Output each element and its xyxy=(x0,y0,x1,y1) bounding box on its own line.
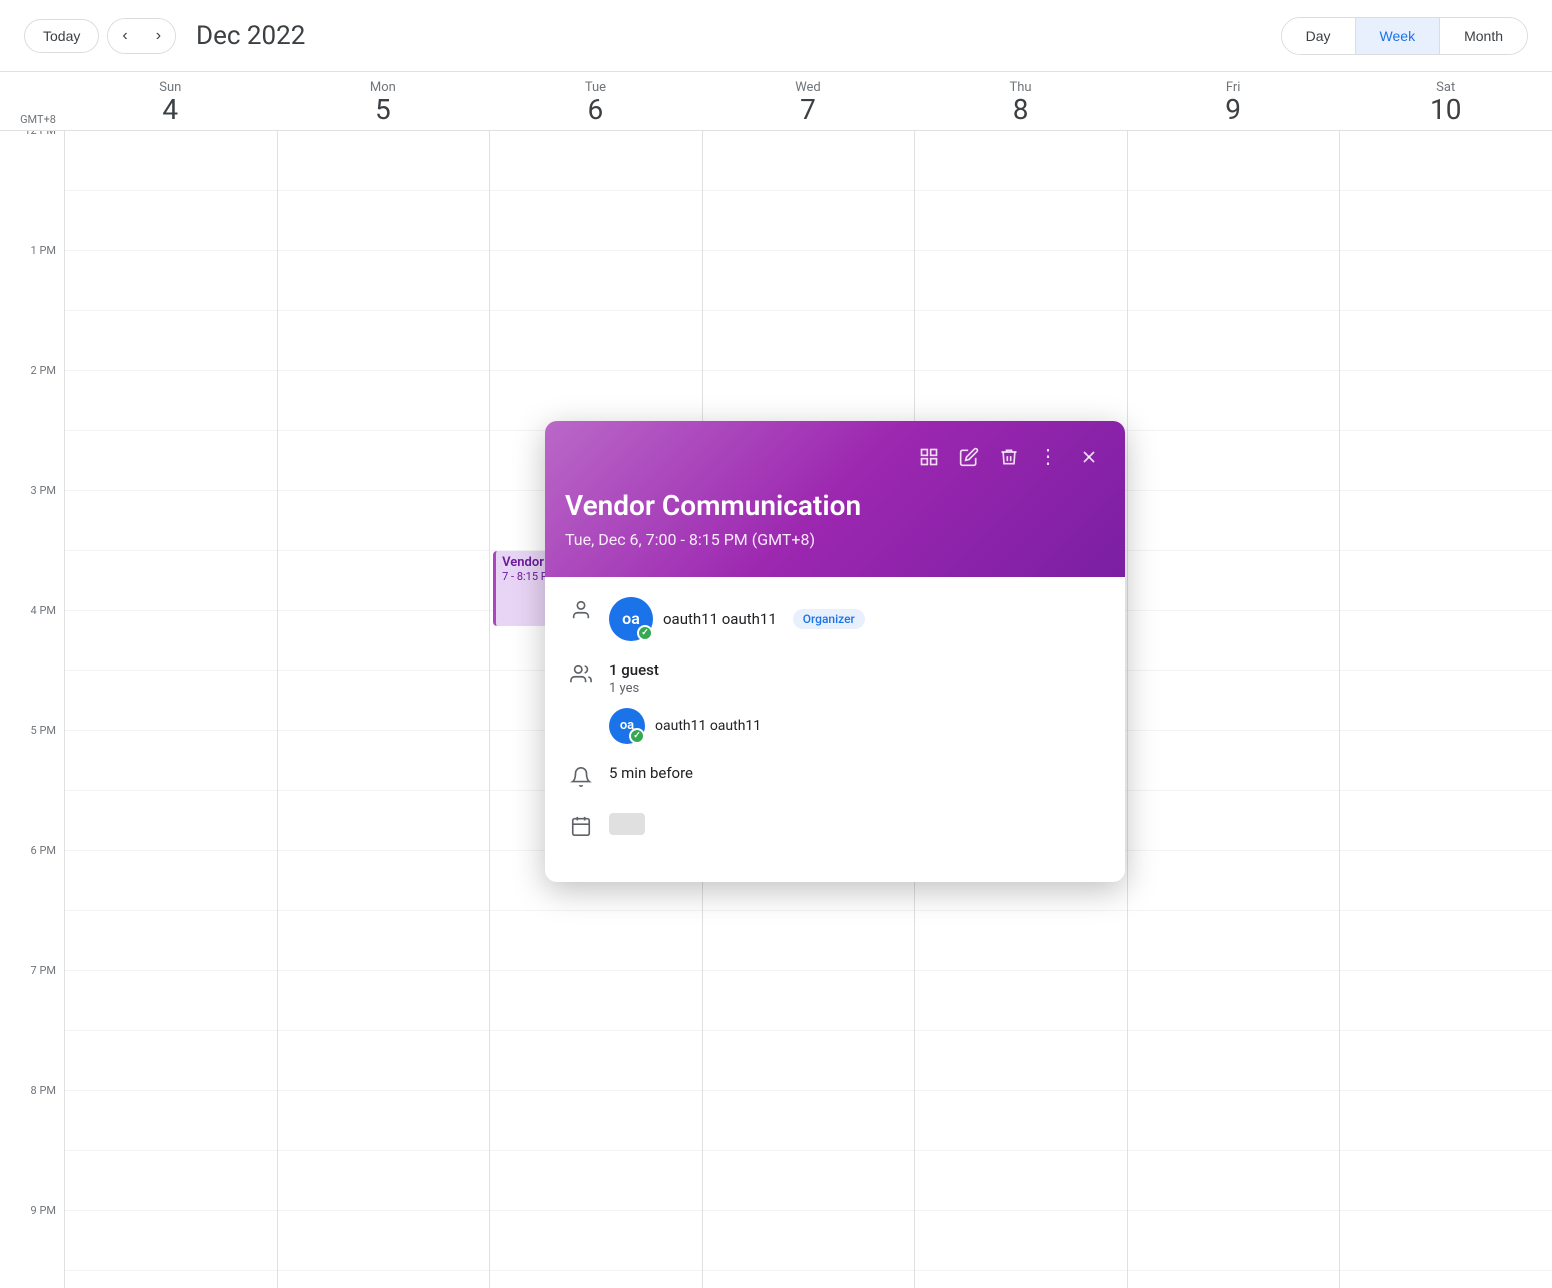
organizer-name: oauth11 oauth11 xyxy=(663,610,777,628)
day-header-sat: Sat 10 xyxy=(1339,72,1552,130)
week-view-button[interactable]: Week xyxy=(1356,18,1440,54)
reminder-row: 5 min before xyxy=(569,764,1101,793)
more-options-button[interactable]: ⋮ xyxy=(1033,441,1065,473)
time-column: 12 PM 1 PM 2 PM 3 PM 4 PM 5 PM 6 PM 7 PM… xyxy=(0,131,64,1288)
organizer-badge: Organizer xyxy=(793,609,865,629)
guests-content: 1 guest 1 yes oa oauth11 oauth11 xyxy=(609,661,1101,744)
calendar-color-content xyxy=(609,813,1101,835)
time-label-3pm: 3 PM xyxy=(31,484,56,497)
calendar-row xyxy=(569,813,1101,842)
guest-item: oa oauth11 oauth11 xyxy=(609,708,1101,744)
guest-name: oauth11 oauth11 xyxy=(655,718,761,734)
view-switcher: Day Week Month xyxy=(1281,17,1528,55)
day-header-thu: Thu 8 xyxy=(914,72,1127,130)
month-view-button[interactable]: Month xyxy=(1439,18,1527,54)
time-label-7pm: 7 PM xyxy=(31,964,56,977)
time-label-8pm: 8 PM xyxy=(31,1084,56,1097)
time-label-6pm: 6 PM xyxy=(31,844,56,857)
guest-count: 1 guest xyxy=(609,661,1101,679)
popup-header: ⋮ Vendor Communication Tue, Dec 6, 7:00 … xyxy=(545,421,1125,577)
close-popup-button[interactable] xyxy=(1073,441,1105,473)
month-title: Dec 2022 xyxy=(196,21,305,51)
delete-event-button[interactable] xyxy=(993,441,1025,473)
time-label-12pm: 12 PM xyxy=(24,131,56,137)
day-header-fri: Fri 9 xyxy=(1127,72,1340,130)
time-label-4pm: 4 PM xyxy=(31,604,56,617)
next-button[interactable]: › xyxy=(142,19,175,53)
day-view-button[interactable]: Day xyxy=(1282,18,1356,54)
popup-event-time: Tue, Dec 6, 7:00 - 8:15 PM (GMT+8) xyxy=(565,530,1105,549)
today-button[interactable]: Today xyxy=(24,19,99,53)
time-label-5pm: 5 PM xyxy=(31,724,56,737)
day-col-fri xyxy=(1127,131,1340,1288)
day-col-sun xyxy=(64,131,277,1288)
day-col-sat xyxy=(1339,131,1552,1288)
calendar-color-box xyxy=(609,813,645,835)
guest-avatar-check xyxy=(629,728,645,744)
organizer-row: oa oauth11 oauth11 Organizer xyxy=(569,597,1101,641)
day-header-mon: Mon 5 xyxy=(277,72,490,130)
person-icon xyxy=(569,599,593,626)
time-label-1pm: 1 PM xyxy=(31,244,56,257)
calendar-icon xyxy=(569,815,593,842)
prev-button[interactable]: ‹ xyxy=(108,19,141,53)
guest-avatar: oa xyxy=(609,708,645,744)
day-header-sun: Sun 4 xyxy=(64,72,277,130)
popup-event-title: Vendor Communication xyxy=(565,489,1105,522)
day-col-mon xyxy=(277,131,490,1288)
day-header-tue: Tue 6 xyxy=(489,72,702,130)
grid-body: 12 PM 1 PM 2 PM 3 PM 4 PM 5 PM 6 PM 7 PM… xyxy=(0,131,1552,1288)
avatar-check xyxy=(637,625,653,641)
guest-yes-count: 1 yes xyxy=(609,681,1101,696)
open-event-button[interactable] xyxy=(913,441,945,473)
popup-body: oa oauth11 oauth11 Organizer 1 guest 1 y… xyxy=(545,577,1125,882)
day-header-wed: Wed 7 xyxy=(702,72,915,130)
organizer-avatar: oa xyxy=(609,597,653,641)
popup-actions: ⋮ xyxy=(565,441,1105,473)
organizer-content: oa oauth11 oauth11 Organizer xyxy=(609,597,1101,641)
nav-buttons: ‹ › xyxy=(107,18,176,54)
bell-icon xyxy=(569,766,593,793)
guests-row: 1 guest 1 yes oa oauth11 oauth11 xyxy=(569,661,1101,744)
time-label-9pm: 9 PM xyxy=(31,1204,56,1217)
reminder-content: 5 min before xyxy=(609,764,1101,782)
edit-event-button[interactable] xyxy=(953,441,985,473)
event-popup: ⋮ Vendor Communication Tue, Dec 6, 7:00 … xyxy=(545,421,1125,882)
guests-icon xyxy=(569,663,593,690)
timezone-label: GMT+8 xyxy=(0,72,64,130)
reminder-text: 5 min before xyxy=(609,764,693,782)
day-headers: GMT+8 Sun 4 Mon 5 Tue 6 Wed 7 Thu 8 Fri … xyxy=(0,72,1552,131)
time-label-2pm: 2 PM xyxy=(31,364,56,377)
calendar-container: GMT+8 Sun 4 Mon 5 Tue 6 Wed 7 Thu 8 Fri … xyxy=(0,72,1552,1288)
